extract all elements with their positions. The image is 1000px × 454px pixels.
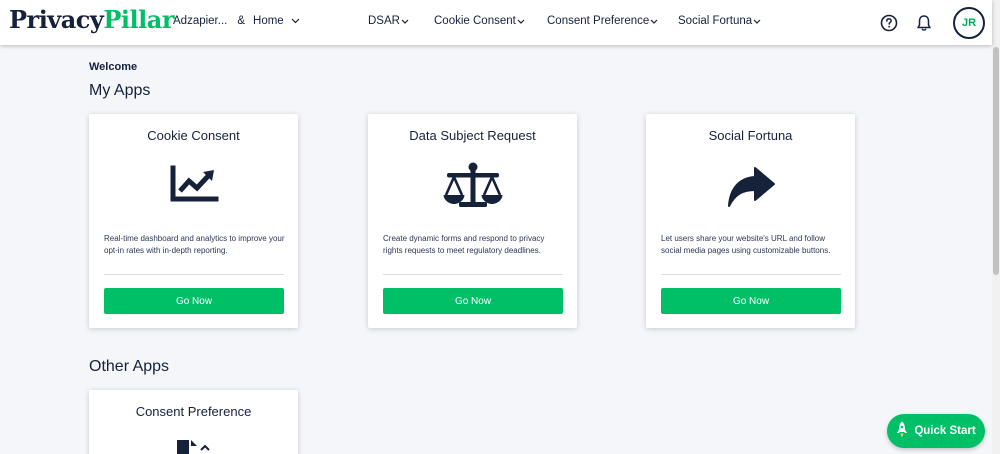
nav-consent-preference[interactable]: Consent Preference: [547, 15, 658, 27]
go-now-button[interactable]: Go Now: [661, 288, 841, 314]
card-description: Real-time dashboard and analytics to imp…: [104, 234, 285, 255]
nav-social-fortuna-label: Social Fortuna: [678, 15, 753, 27]
avatar-initials: JR: [961, 17, 977, 29]
workspace-name: Adzapier...: [173, 15, 228, 27]
chevron-down-icon: [753, 17, 761, 26]
my-apps-heading: My Apps: [89, 82, 151, 99]
rocket-icon: [896, 421, 908, 441]
card-description: Let users share your website's URL and f…: [661, 234, 831, 255]
file-signature-icon: [89, 438, 298, 454]
card-title: Social Fortuna: [708, 128, 793, 143]
workspace-separator: &: [237, 15, 246, 27]
nav-dsar[interactable]: DSAR: [368, 15, 409, 27]
app-card-consent-preference: Consent Preference: [89, 390, 298, 454]
balance-scale-icon: [368, 160, 577, 212]
go-now-button[interactable]: Go Now: [383, 288, 563, 314]
app-card-data-subject-request: Data Subject Request Create dynamic form…: [368, 114, 577, 328]
card-divider: [661, 274, 841, 275]
user-avatar[interactable]: JR: [953, 7, 985, 39]
workspace-selector[interactable]: Adzapier... & Home: [173, 15, 300, 27]
help-icon[interactable]: [879, 13, 899, 33]
app-card-social-fortuna: Social Fortuna Let users share your webs…: [646, 114, 855, 328]
nav-consent-preference-label: Consent Preference: [547, 15, 650, 27]
app-card-cookie-consent: Cookie Consent Real-time dashboard and a…: [89, 114, 298, 328]
logo-text-pillar: Pillar: [103, 5, 174, 34]
top-header: PrivacyPillar Adzapier... & Home DSAR Co…: [0, 0, 992, 45]
nav-cookie-consent[interactable]: Cookie Consent: [434, 15, 525, 27]
chart-line-icon: [89, 164, 298, 204]
card-title: Consent Preference: [135, 404, 252, 419]
share-arrow-icon: [646, 164, 855, 210]
logo-text-privacy: Privacy: [9, 5, 104, 34]
workspace-page: Home: [253, 15, 284, 27]
chevron-down-icon: [517, 17, 525, 26]
card-divider: [104, 274, 284, 275]
other-apps-heading: Other Apps: [89, 358, 170, 375]
chevron-down-icon: [291, 16, 300, 26]
chevron-down-icon: [650, 17, 658, 26]
card-description: Create dynamic forms and respond to priv…: [383, 234, 545, 255]
chevron-down-icon: [401, 17, 409, 26]
go-now-button[interactable]: Go Now: [104, 288, 284, 314]
welcome-label: Welcome: [89, 61, 138, 73]
nav-dsar-label: DSAR: [368, 15, 400, 27]
card-title: Data Subject Request: [409, 128, 536, 143]
page-scrollbar[interactable]: [992, 0, 1000, 454]
bell-icon[interactable]: [914, 13, 934, 33]
nav-cookie-consent-label: Cookie Consent: [434, 15, 516, 27]
card-divider: [383, 274, 563, 275]
card-title: Cookie Consent: [147, 128, 240, 143]
privacy-pillar-logo[interactable]: PrivacyPillar: [9, 5, 174, 34]
quick-start-label: Quick Start: [914, 425, 976, 437]
nav-social-fortuna[interactable]: Social Fortuna: [678, 15, 761, 27]
scrollbar-thumb[interactable]: [993, 47, 999, 275]
quick-start-button[interactable]: Quick Start: [887, 414, 985, 448]
